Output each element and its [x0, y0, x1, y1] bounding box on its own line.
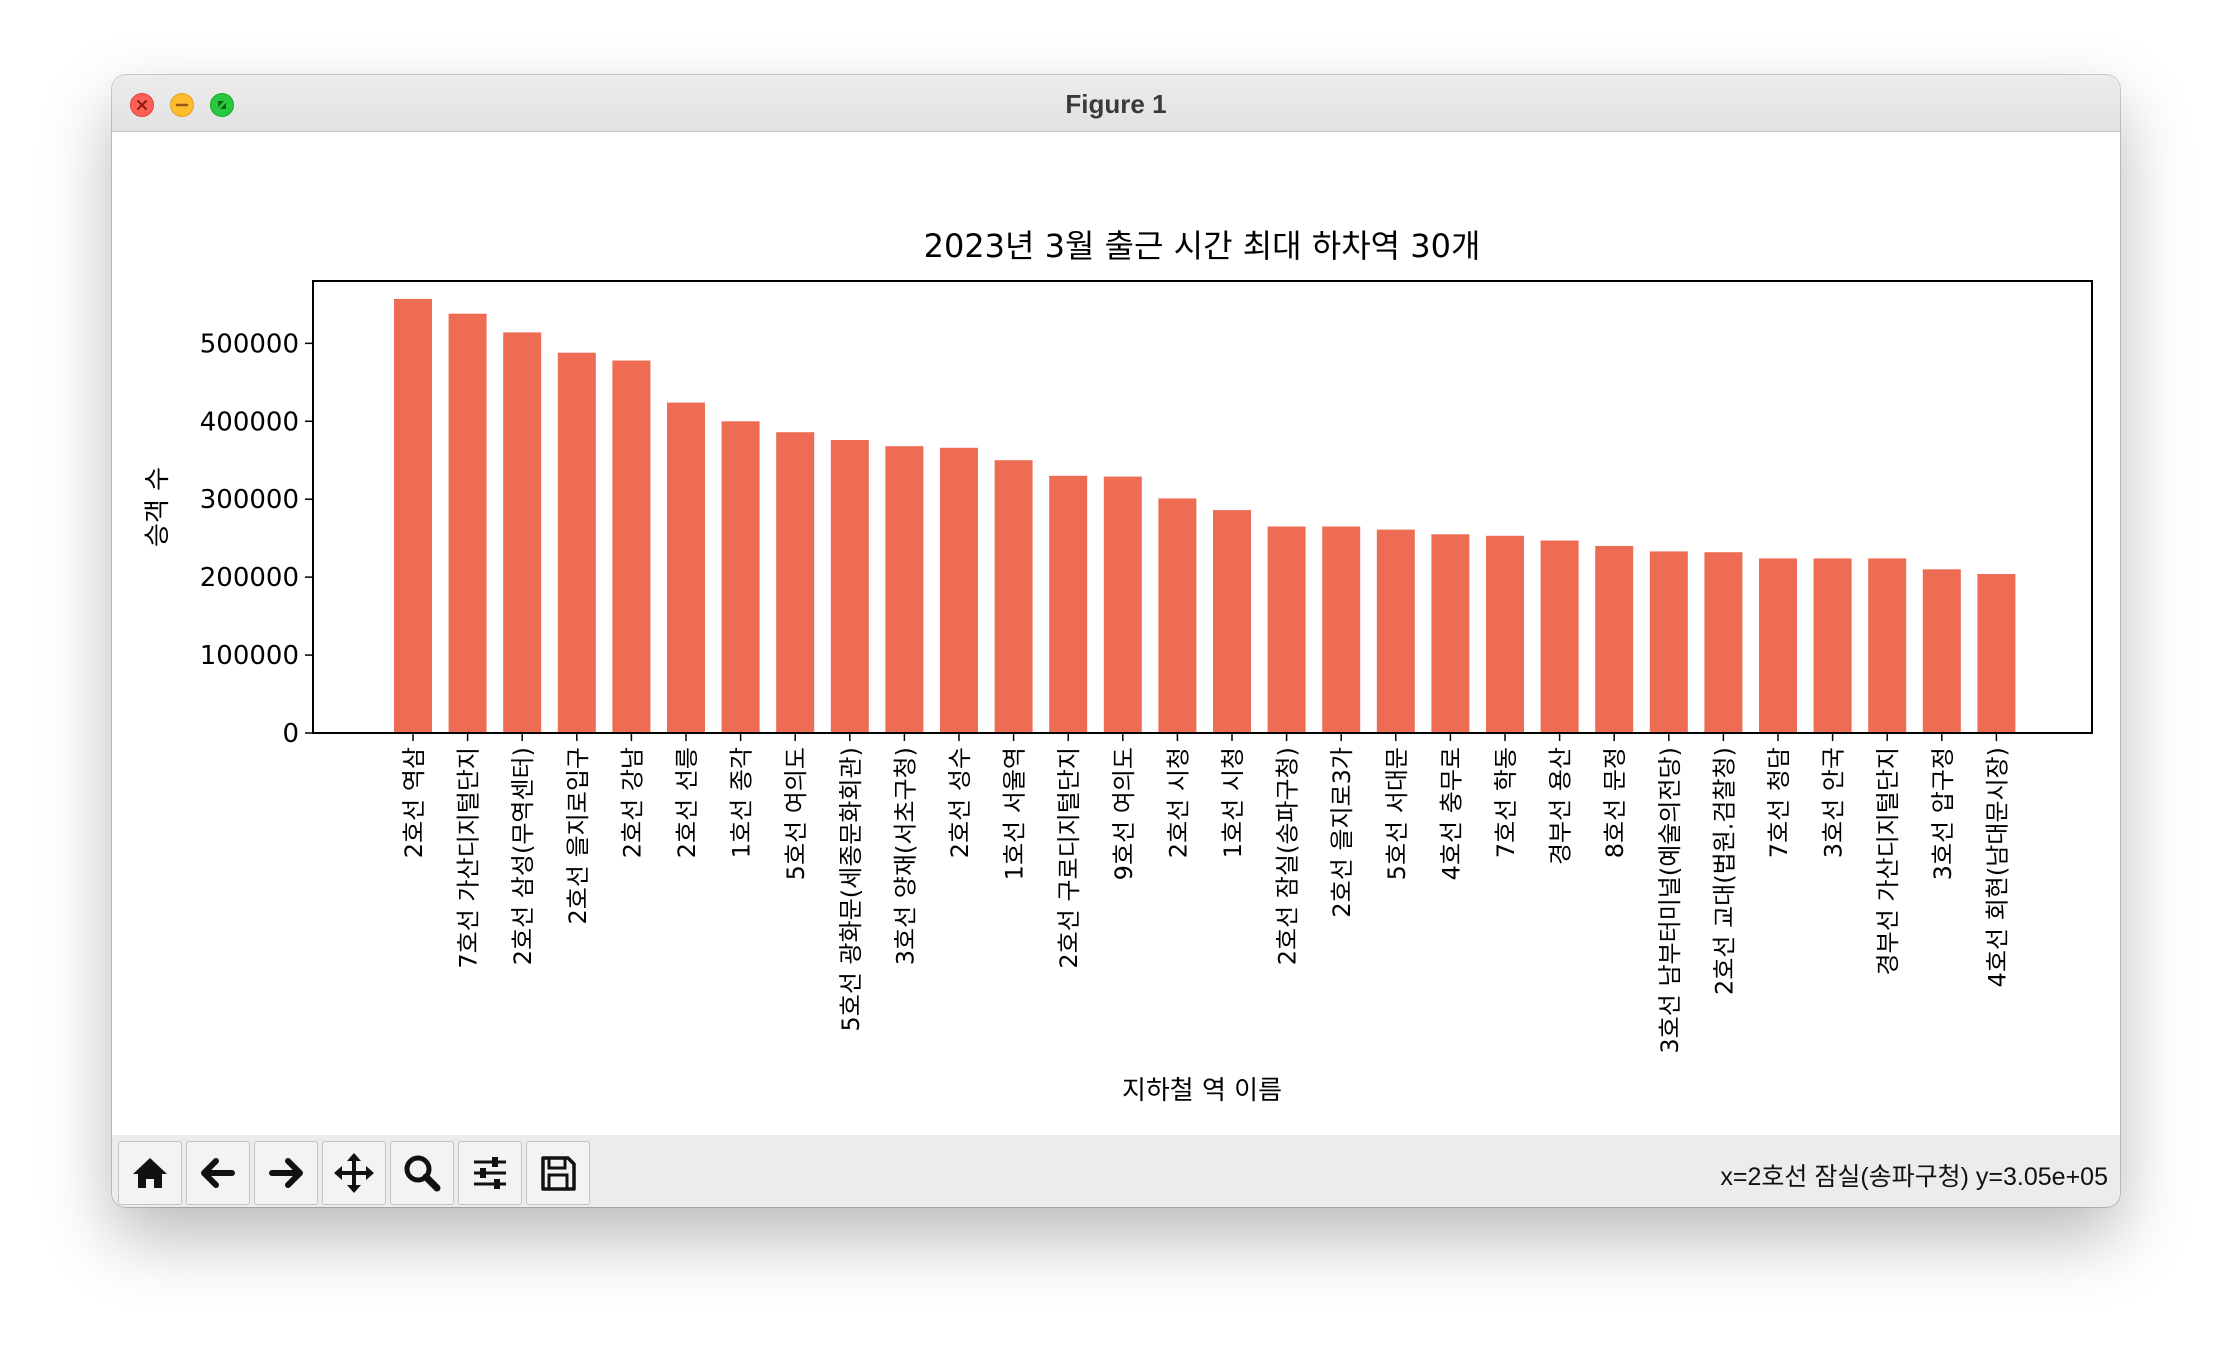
bar [1813, 558, 1852, 733]
search-icon [404, 1155, 441, 1192]
y-tick-label: 300000 [200, 485, 299, 515]
bar [1376, 529, 1415, 733]
bar [1267, 526, 1306, 733]
x-tick-label: 5호선 광화문(세종문화회관) [837, 747, 865, 1032]
sliders-icon [474, 1157, 506, 1189]
bar [1213, 510, 1251, 733]
bar [1977, 574, 2016, 733]
bar [1704, 552, 1743, 733]
bar [1049, 475, 1088, 733]
chart-title: 2023년 3월 출근 시간 최대 하차역 30개 [924, 227, 1481, 265]
x-tick-label: 3호선 압구정 [1929, 747, 1957, 880]
home-button[interactable] [118, 1141, 182, 1205]
x-tick-label: 2호선 삼성(무역센터) [509, 747, 537, 965]
navigation-toolbar: x=2호선 잠실(송파구청) y=3.05e+05 [112, 1135, 2120, 1207]
bar [1759, 558, 1797, 733]
title-bar: Figure 1 [112, 75, 2120, 132]
bar [721, 421, 760, 733]
x-tick-label: 2호선 을지로입구 [564, 747, 592, 924]
bar [612, 360, 651, 733]
x-tick-label: 8호선 문정 [1601, 747, 1629, 858]
cursor-coordinates-readout: x=2호선 잠실(송파구청) y=3.05e+05 [1720, 1163, 2108, 1191]
x-tick-label: 1호선 서울역 [1001, 747, 1029, 880]
bar [1540, 540, 1579, 733]
bar [940, 447, 978, 733]
x-tick-label: 7호선 청담 [1765, 747, 1793, 858]
bar [1103, 476, 1142, 733]
x-tick-label: 경부선 가산디지털단지 [1874, 747, 1902, 975]
x-tick-label: 2호선 교대(법원.검찰청) [1710, 747, 1738, 995]
zoom-button[interactable] [390, 1141, 454, 1205]
arrow-right-icon [269, 1158, 303, 1188]
bar-chart: 0 100000 200000 300000 400000 500000 2호선 역삼 7호… [143, 227, 2093, 1106]
window-title: Figure 1 [1065, 89, 1167, 119]
bar [1158, 498, 1197, 733]
bar [776, 432, 815, 733]
configure-subplots-button[interactable] [458, 1141, 522, 1205]
arrow-left-icon [201, 1158, 235, 1188]
y-tick-label: 400000 [200, 407, 299, 437]
back-button[interactable] [186, 1141, 250, 1205]
x-tick-label: 3호선 양재(서초구청) [891, 747, 919, 965]
x-tick-label: 2호선 역삼 [400, 747, 428, 858]
x-tick-label: 2호선 잠실(송파구청) [1274, 747, 1302, 965]
y-axis-label: 승객 수 [143, 467, 173, 547]
x-tick-label: 4호선 회현(남대문시장) [1983, 747, 2011, 987]
x-tick-label: 2호선 시청 [1164, 747, 1192, 858]
bar [1649, 551, 1688, 733]
x-tick-label: 1호선 종각 [728, 747, 756, 858]
x-tick-label: 2호선 성수 [946, 747, 974, 858]
save-button[interactable] [526, 1141, 590, 1205]
x-tick-label: 2호선 강남 [618, 747, 646, 858]
plot-area[interactable]: 0 100000 200000 300000 400000 500000 2호선 역삼 7호… [112, 132, 2120, 1132]
x-tick-label: 3호선 남부터미널(예술의전당) [1656, 747, 1684, 1054]
bar [667, 402, 705, 733]
x-tick-label: 7호선 가산디지털단지 [455, 747, 483, 969]
bar [1922, 569, 1961, 733]
pan-button[interactable] [322, 1141, 386, 1205]
bar [994, 460, 1033, 733]
bar [557, 352, 596, 733]
x-axis-label: 지하철 역 이름 [1122, 1076, 1282, 1106]
x-tick-label: 4호선 충무로 [1437, 747, 1465, 880]
x-tick-label: 2호선 선릉 [673, 747, 701, 858]
x-tick-label: 7호선 학동 [1492, 747, 1520, 858]
x-tick-label: 5호선 서대문 [1383, 747, 1411, 880]
y-tick-label: 200000 [200, 563, 299, 593]
x-tick-label: 경부선 용산 [1547, 747, 1575, 865]
forward-button[interactable] [254, 1141, 318, 1205]
floppy-disk-icon [541, 1156, 576, 1191]
figure-window: Figure 1 0 100000 200000 300000 400000 500000… [112, 75, 2120, 1207]
y-tick-label: 100000 [200, 641, 299, 671]
x-tick-label: 2호선 을지로3가 [1328, 747, 1356, 918]
x-tick-label: 1호선 시청 [1219, 747, 1247, 858]
y-tick-label: 500000 [200, 329, 299, 359]
bar [448, 313, 487, 733]
bar [1486, 535, 1524, 733]
home-icon [133, 1158, 167, 1188]
y-tick-label: 0 [282, 719, 299, 749]
bar [1595, 546, 1634, 733]
bar [830, 440, 869, 733]
x-tick-label: 9호선 여의도 [1110, 747, 1138, 880]
bar [885, 446, 924, 733]
x-tick-label: 2호선 구로디지털단지 [1055, 747, 1083, 969]
bar [394, 298, 432, 733]
x-tick-label: 5호선 여의도 [782, 747, 810, 880]
bar [1868, 558, 1907, 733]
bar [503, 332, 542, 733]
move-icon [334, 1153, 374, 1193]
bar [1322, 526, 1361, 733]
bar [1431, 534, 1470, 733]
x-tick-label: 3호선 안국 [1820, 747, 1848, 858]
